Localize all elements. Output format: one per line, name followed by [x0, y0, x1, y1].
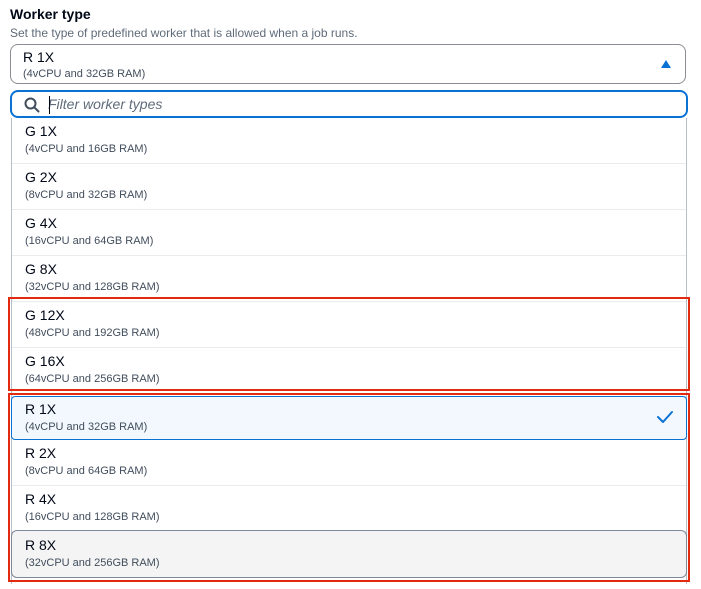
filter-box[interactable]: [10, 90, 688, 118]
highlight-box-r-types: [8, 393, 690, 582]
option-g-4x[interactable]: G 4X (16vCPU and 64GB RAM): [12, 210, 686, 256]
option-detail: (4vCPU and 16GB RAM): [25, 143, 148, 155]
selected-option-name: R 1X: [23, 49, 55, 65]
text-cursor: [49, 96, 50, 114]
option-name: G 2X: [25, 169, 57, 185]
option-name: G 4X: [25, 215, 57, 231]
option-name: G 8X: [25, 261, 57, 277]
option-g-8x[interactable]: G 8X (32vCPU and 128GB RAM): [12, 256, 686, 302]
search-icon: [24, 97, 40, 113]
filter-input[interactable]: [48, 94, 668, 114]
highlight-box-g-large: [8, 297, 690, 391]
option-name: G 1X: [25, 123, 57, 139]
option-detail: (32vCPU and 128GB RAM): [25, 281, 160, 293]
option-g-1x[interactable]: G 1X (4vCPU and 16GB RAM): [12, 118, 686, 164]
caret-up-icon[interactable]: [661, 60, 671, 68]
option-detail: (8vCPU and 32GB RAM): [25, 189, 148, 201]
worker-type-select[interactable]: R 1X (4vCPU and 32GB RAM): [10, 44, 686, 84]
field-label: Worker type: [10, 6, 91, 22]
selected-option-detail: (4vCPU and 32GB RAM): [23, 68, 146, 80]
field-description: Set the type of predefined worker that i…: [10, 26, 358, 40]
option-g-2x[interactable]: G 2X (8vCPU and 32GB RAM): [12, 164, 686, 210]
option-detail: (16vCPU and 64GB RAM): [25, 235, 154, 247]
